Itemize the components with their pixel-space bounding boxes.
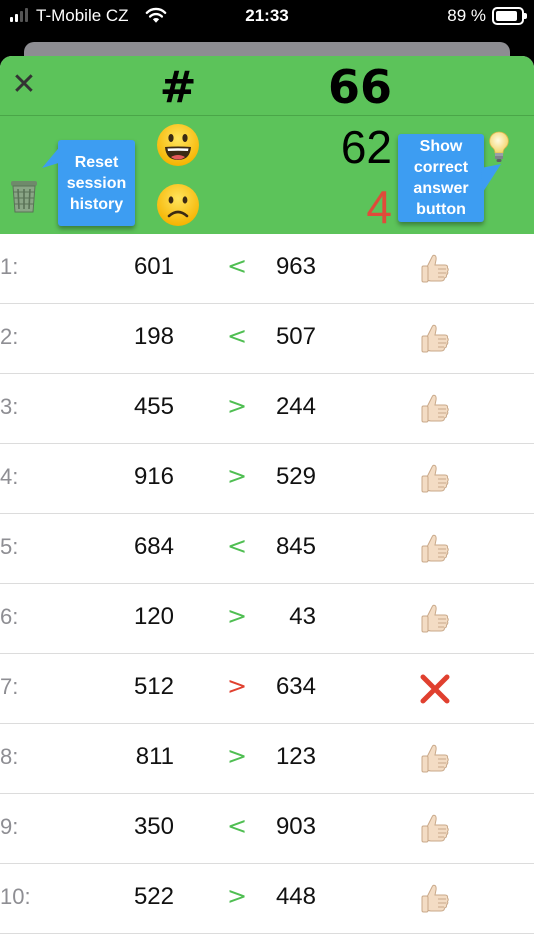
battery-icon [492,7,527,25]
status-bar: T-Mobile CZ 21:33 89 % [0,0,534,34]
table-row: 5: 684 < 845 [0,514,534,584]
table-row: 6: 120 > 43 [0,584,534,654]
row-right-number: 244 [275,393,316,420]
row-right-number: 507 [275,323,316,350]
row-result [418,532,452,566]
row-result [418,882,452,916]
thumbs-up-icon [421,394,449,423]
header-divider [0,115,534,116]
row-result [418,322,452,356]
row-result [418,252,452,286]
thumbs-up-icon [421,324,449,353]
table-row: 4: 916 > 529 [0,444,534,514]
light-bulb-icon[interactable] [487,130,511,164]
row-index: 4: [0,464,19,489]
row-index: 9: [0,814,19,839]
row-result [418,392,452,426]
row-left-number: 512 [133,673,174,700]
close-icon: ✕ [11,67,37,102]
row-right-number: 529 [275,463,316,490]
row-right-number: 845 [275,533,316,560]
row-comparison-operator: > [226,882,248,910]
row-index: 2: [0,324,19,349]
row-comparison-operator: > [226,672,248,700]
show-answer-tooltip: Show correct answer button [398,134,484,222]
table-row: 8: 811 > 123 [0,724,534,794]
row-left-number: 455 [133,393,174,420]
thumbs-up-icon [421,744,449,773]
table-row: 1: 601 < 963 [0,234,534,304]
row-index: 6: [0,604,19,629]
results-sheet: ✕ # 66 62 4 Reset session history Show c… [0,56,534,950]
row-result [418,462,452,496]
row-comparison-operator: > [226,742,248,770]
score-header: ✕ # 66 62 4 Reset session history Show c… [0,56,534,234]
table-row: 3: 455 > 244 [0,374,534,444]
battery-percent: 89 % [447,6,486,25]
thumbs-up-icon [421,884,449,913]
row-right-number: 634 [275,673,316,700]
row-left-number: 350 [133,813,174,840]
wrong-count: 4 [366,181,392,233]
row-index: 10: [0,884,31,909]
row-left-number: 811 [135,743,174,770]
row-left-number: 601 [133,253,174,280]
row-index: 1: [0,254,19,279]
table-row: 2: 198 < 507 [0,304,534,374]
trash-can-icon[interactable] [8,178,40,214]
thumbs-up-icon [421,814,449,843]
row-left-number: 198 [133,323,174,350]
row-left-number: 916 [133,463,174,490]
reset-tooltip-pointer [42,144,62,168]
frowning-face-icon [157,184,199,226]
row-left-number: 120 [133,603,174,630]
row-comparison-operator: > [226,602,248,630]
row-comparison-operator: < [226,252,248,280]
reset-history-tooltip: Reset session history [58,140,135,226]
row-right-number: 448 [275,883,316,910]
table-row: 9: 350 < 903 [0,794,534,864]
table-row: 7: 512 > 634 [0,654,534,724]
row-index: 5: [0,534,19,559]
row-result [418,672,452,706]
show-answer-tooltip-text: Show correct answer button [413,138,469,218]
total-count: 66 [327,60,392,114]
thumbs-up-icon [421,464,449,493]
row-comparison-operator: < [226,322,248,350]
thumbs-up-icon [421,254,449,283]
row-result [418,602,452,636]
row-result [418,742,452,776]
row-index: 7: [0,674,19,699]
row-right-number: 903 [275,813,316,840]
reset-history-tooltip-text: Reset session history [66,153,127,213]
total-label: # [159,62,197,113]
row-right-number: 43 [289,603,316,630]
row-comparison-operator: > [226,462,248,490]
row-left-number: 684 [133,533,174,560]
smiley-icon [157,124,199,166]
thumbs-up-icon [421,534,449,563]
thumbs-up-icon [421,604,449,633]
row-index: 8: [0,744,19,769]
show-tooltip-pointer [481,164,501,192]
row-right-number: 123 [275,743,316,770]
row-left-number: 522 [133,883,174,910]
correct-count: 62 [340,121,392,173]
row-comparison-operator: < [226,812,248,840]
row-result [418,812,452,846]
cross-mark-icon [420,674,450,704]
history-list: 1: 601 < 963 2: 198 < 507 3: 455 > 244 4… [0,234,534,934]
row-comparison-operator: < [226,532,248,560]
table-row: 10: 522 > 448 [0,864,534,934]
row-comparison-operator: > [226,392,248,420]
row-index: 3: [0,394,19,419]
close-button[interactable]: ✕ [9,70,39,100]
row-right-number: 963 [275,253,316,280]
